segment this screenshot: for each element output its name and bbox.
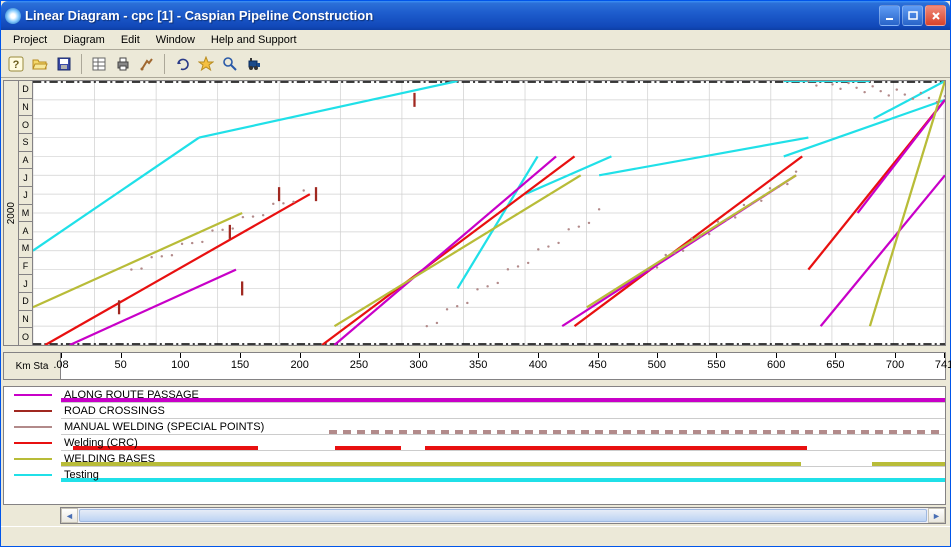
y-axis-month-cell: S xyxy=(19,134,32,152)
window-title: Linear Diagram - cpc [1] - Caspian Pipel… xyxy=(25,8,879,23)
window-controls xyxy=(879,5,946,26)
locomotive-button[interactable] xyxy=(243,53,265,75)
x-tick-label: 250 xyxy=(350,359,368,371)
toolbar-separator xyxy=(81,54,82,74)
legend-band xyxy=(61,478,945,482)
legend-key xyxy=(4,387,61,403)
horizontal-scrollbar[interactable]: ◄ ► xyxy=(60,507,946,524)
scroll-thumb[interactable] xyxy=(79,509,927,522)
legend-panel: ALONG ROUTE PASSAGE ROAD CROSSINGS MANUAL … xyxy=(3,386,946,505)
y-axis-month-cell: N xyxy=(19,99,32,117)
y-axis-month-cell: N xyxy=(19,311,32,329)
save-button[interactable] xyxy=(53,53,75,75)
legend-label: ROAD CROSSINGS xyxy=(64,405,165,417)
chart-panel: 2000 DNOSAJJMAMFJDNO xyxy=(3,80,946,346)
x-tick-label: 150 xyxy=(231,359,249,371)
legend-key xyxy=(4,403,61,419)
scroll-track[interactable] xyxy=(78,508,928,523)
x-tick-label: 550 xyxy=(707,359,725,371)
legend-label: Welding (CRC) xyxy=(64,437,138,449)
x-tick-label: 400 xyxy=(529,359,547,371)
svg-text:?: ? xyxy=(13,59,20,71)
legend-row[interactable]: ROAD CROSSINGS xyxy=(61,403,945,419)
legend-key-column xyxy=(4,387,61,504)
x-tick-label: 450 xyxy=(588,359,606,371)
y-axis-month-cell: D xyxy=(19,293,32,311)
x-tick-label: 100 xyxy=(171,359,189,371)
chart-canvas[interactable] xyxy=(33,81,945,345)
x-tick-label: 50 xyxy=(115,359,127,371)
x-tick-label: 700 xyxy=(886,359,904,371)
y-axis-month-cell: M xyxy=(19,205,32,223)
legend-label: Testing xyxy=(64,469,99,481)
app-window: Linear Diagram - cpc [1] - Caspian Pipel… xyxy=(0,0,951,547)
legend-key xyxy=(4,467,61,483)
menubar: Project Diagram Edit Window Help and Sup… xyxy=(1,30,950,50)
x-tick-label: .08 xyxy=(53,359,68,371)
y-axis-year: 2000 xyxy=(4,81,19,345)
menu-project[interactable]: Project xyxy=(5,32,55,48)
close-button[interactable] xyxy=(925,5,946,26)
minimize-button[interactable] xyxy=(879,5,900,26)
y-axis-month-cell: J xyxy=(19,275,32,293)
menu-window[interactable]: Window xyxy=(148,32,203,48)
help-button[interactable]: ? xyxy=(5,53,27,75)
x-axis-panel: Km Sta .08501001502002503003504004505005… xyxy=(3,352,946,380)
legend-key xyxy=(4,451,61,467)
x-axis-ticks: .085010015020025030035040045050055060065… xyxy=(61,353,945,379)
toolbar-separator xyxy=(164,54,165,74)
legend-label: WELDING BASES xyxy=(64,453,155,465)
legend-row[interactable]: Testing xyxy=(61,467,945,483)
legend-row[interactable]: ALONG ROUTE PASSAGE xyxy=(61,387,945,403)
legend-band xyxy=(73,446,807,450)
menu-diagram[interactable]: Diagram xyxy=(55,32,113,48)
legend-band xyxy=(329,430,945,434)
legend-row[interactable]: Welding (CRC) xyxy=(61,435,945,451)
x-tick-label: 300 xyxy=(409,359,427,371)
menu-help[interactable]: Help and Support xyxy=(203,32,305,48)
content-area: 2000 DNOSAJJMAMFJDNO Km Sta .08501001502… xyxy=(1,78,950,526)
menu-edit[interactable]: Edit xyxy=(113,32,148,48)
maximize-button[interactable] xyxy=(902,5,923,26)
x-tick-label: 650 xyxy=(826,359,844,371)
y-axis-month-cell: D xyxy=(19,81,32,99)
titlebar[interactable]: Linear Diagram - cpc [1] - Caspian Pipel… xyxy=(1,1,950,30)
y-axis-year-label: 2000 xyxy=(6,202,17,224)
legend-band xyxy=(872,462,945,466)
x-tick-label: 741 xyxy=(935,359,951,371)
undo-button[interactable] xyxy=(171,53,193,75)
y-axis-month-cell: O xyxy=(19,116,32,134)
legend-row[interactable]: WELDING BASES xyxy=(61,451,945,467)
app-icon xyxy=(5,8,21,24)
tool-button[interactable] xyxy=(136,53,158,75)
legend-key xyxy=(4,419,61,435)
legend-key xyxy=(4,435,61,451)
y-axis-month-cell: J xyxy=(19,187,32,205)
statusbar xyxy=(1,526,950,546)
y-axis-months: DNOSAJJMAMFJDNO xyxy=(19,81,33,345)
scroll-right-button[interactable]: ► xyxy=(928,508,945,523)
zoom-button[interactable] xyxy=(219,53,241,75)
x-tick-label: 600 xyxy=(767,359,785,371)
legend-list: ALONG ROUTE PASSAGE ROAD CROSSINGS MANUAL … xyxy=(61,387,945,504)
y-axis-month-cell: A xyxy=(19,152,32,170)
legend-row[interactable]: MANUAL WELDING (SPECIAL POINTS) xyxy=(61,419,945,435)
x-tick-label: 200 xyxy=(290,359,308,371)
y-axis-month-cell: M xyxy=(19,240,32,258)
toolbar: ? xyxy=(1,50,950,78)
y-axis-month-cell: O xyxy=(19,328,32,345)
print-button[interactable] xyxy=(112,53,134,75)
legend-band xyxy=(61,462,801,466)
properties-button[interactable] xyxy=(88,53,110,75)
scroll-left-button[interactable]: ◄ xyxy=(61,508,78,523)
legend-label: MANUAL WELDING (SPECIAL POINTS) xyxy=(64,421,264,433)
favorite-button[interactable] xyxy=(195,53,217,75)
x-tick-label: 350 xyxy=(469,359,487,371)
y-axis-month-cell: A xyxy=(19,222,32,240)
x-tick-label: 500 xyxy=(648,359,666,371)
y-axis-month-cell: J xyxy=(19,169,32,187)
y-axis-month-cell: F xyxy=(19,258,32,276)
legend-label: ALONG ROUTE PASSAGE xyxy=(64,389,199,401)
open-button[interactable] xyxy=(29,53,51,75)
